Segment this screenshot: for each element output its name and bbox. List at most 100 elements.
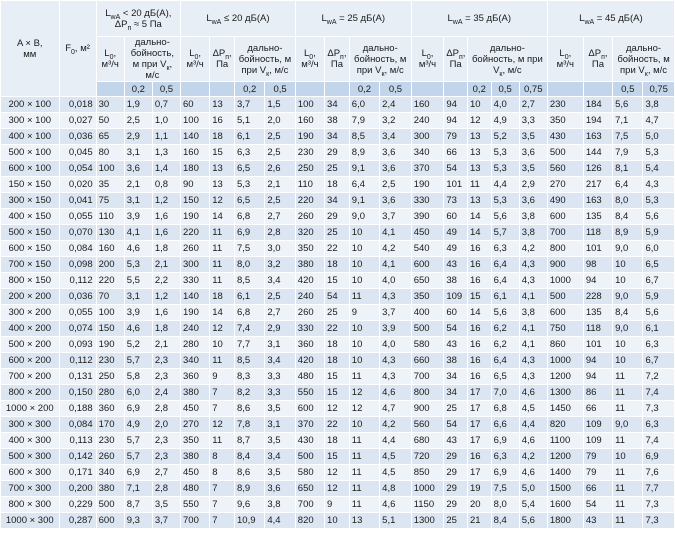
value-cell: 2,4 [379, 96, 412, 113]
value-cell: 260 [95, 448, 125, 465]
value-cell: 75 [95, 192, 125, 209]
area-cell: 0,229 [58, 496, 97, 513]
value-cell: 300 [410, 128, 445, 145]
value-cell: 6,0 [348, 96, 381, 113]
value-cell: 4,7 [642, 112, 675, 129]
value-cell: 860 [546, 336, 584, 353]
value-cell: 4,0 [379, 336, 412, 353]
table-row: 600 × 150 0,084 160 4,6 1,8 260 11 7,5 3,0 350 22 1… [0, 240, 675, 257]
value-cell: 12 [324, 464, 350, 481]
area-cell: 0,055 [58, 208, 97, 225]
value-cell: 6,8 [233, 304, 266, 321]
value-cell: 43 [443, 256, 468, 273]
value-cell: 22 [324, 320, 350, 337]
group1-dp-rest: ≈ 5 Па [131, 18, 162, 30]
size-cell: 400 × 300 [0, 432, 60, 449]
table-row: 300 × 100 0,027 50 2,5 1,0 100 16 5,1 2,0 160 38 7,… [0, 112, 675, 129]
table-row: 700 × 150 0,098 200 5,3 2,1 300 11 8,0 3,2 380 18 1… [0, 256, 675, 273]
value-cell: 4,6 [518, 464, 548, 481]
value-cell: 2,8 [264, 224, 296, 241]
value-cell: 8,2 [233, 384, 266, 401]
value-cell: 10 [209, 336, 235, 353]
value-cell: 17 [466, 464, 492, 481]
value-cell: 5,4 [518, 496, 548, 513]
value-cell: 6,7 [642, 352, 675, 369]
size-cell: 300 × 100 [0, 112, 60, 129]
size-cell: 300 × 150 [0, 192, 60, 209]
value-cell: 6,4 [490, 352, 520, 369]
value-cell: 380 [179, 448, 211, 465]
value-cell: 800 [410, 384, 445, 401]
value-cell: 6,9 [123, 400, 153, 417]
velocity-spacer [582, 81, 614, 97]
value-cell: 135 [582, 208, 614, 225]
table-row: 300 × 300 0,084 170 4,9 2,0 270 12 7,8 3,1 370 22 1… [0, 416, 675, 433]
value-cell: 17 [466, 432, 492, 449]
value-cell: 18 [324, 176, 350, 193]
table-row: 1000 × 300 0,287 600 9,3 3,7 700 7 10,9 4,4 820 10… [0, 512, 675, 529]
value-cell: 3,5 [264, 432, 296, 449]
value-cell: 3,5 [264, 464, 296, 481]
value-cell: 13 [209, 96, 235, 113]
value-cell: 3,1 [123, 144, 153, 161]
value-cell: 6,7 [642, 272, 675, 289]
value-cell: 4,6 [518, 384, 548, 401]
value-cell: 0,7 [151, 96, 182, 113]
value-cell: 10 [612, 448, 644, 465]
value-cell: 10 [348, 224, 381, 241]
value-cell: 54 [582, 496, 614, 513]
value-cell: 10 [348, 320, 381, 337]
value-cell: 1600 [546, 496, 584, 513]
value-cell: 450 [179, 400, 211, 417]
value-cell: 580 [410, 336, 445, 353]
value-cell: 550 [294, 384, 326, 401]
value-cell: 650 [410, 272, 445, 289]
value-cell: 4,3 [379, 368, 412, 385]
value-cell: 4,6 [379, 384, 412, 401]
size-cell: 400 × 150 [0, 208, 60, 225]
velocity-spacer [443, 81, 468, 97]
velocity-header: 0,5 [612, 81, 644, 97]
group1-dp: ΔP [114, 18, 128, 30]
value-cell: 190 [179, 208, 211, 225]
value-cell: 70 [95, 288, 125, 305]
value-cell: 10,9 [233, 512, 266, 529]
value-cell: 1150 [410, 496, 445, 513]
value-cell: 9,0 [612, 320, 644, 337]
value-cell: 13 [466, 192, 492, 209]
value-cell: 6,9 [490, 432, 520, 449]
value-cell: 11 [612, 432, 644, 449]
value-cell: 3,5 [518, 160, 548, 177]
value-cell: 135 [582, 304, 614, 321]
value-cell: 7,5 [490, 480, 520, 497]
area-cell: 0,055 [58, 304, 97, 321]
ab-header: A × B, мм [0, 0, 60, 97]
value-cell: 79 [582, 464, 614, 481]
value-cell: 16 [466, 448, 492, 465]
value-cell: 6,3 [233, 144, 266, 161]
value-cell: 820 [546, 416, 584, 433]
value-cell: 38 [443, 352, 468, 369]
value-cell: 11 [612, 368, 644, 385]
value-cell: 3,6 [379, 160, 412, 177]
size-cell: 200 × 200 [0, 288, 60, 305]
value-cell: 2,7 [151, 464, 182, 481]
value-cell: 60 [443, 304, 468, 321]
value-cell: 5,1 [233, 112, 266, 129]
value-cell: 580 [294, 464, 326, 481]
size-cell: 600 × 300 [0, 464, 60, 481]
value-cell: 6,5 [642, 256, 675, 273]
value-cell: 350 [410, 288, 445, 305]
value-cell: 30 [95, 96, 125, 113]
area-cell: 0,150 [58, 384, 97, 401]
value-cell: 3,9 [123, 304, 153, 321]
value-cell: 700 [179, 512, 211, 529]
value-cell: 1200 [546, 368, 584, 385]
value-cell: 17 [466, 400, 492, 417]
value-cell: 6,3 [642, 336, 675, 353]
value-cell: 9 [348, 304, 381, 321]
value-cell: 3,2 [379, 112, 412, 129]
value-cell: 480 [179, 480, 211, 497]
group-header-3: LwA = 25 дБ(А) [294, 0, 412, 37]
value-cell: 220 [95, 272, 125, 289]
